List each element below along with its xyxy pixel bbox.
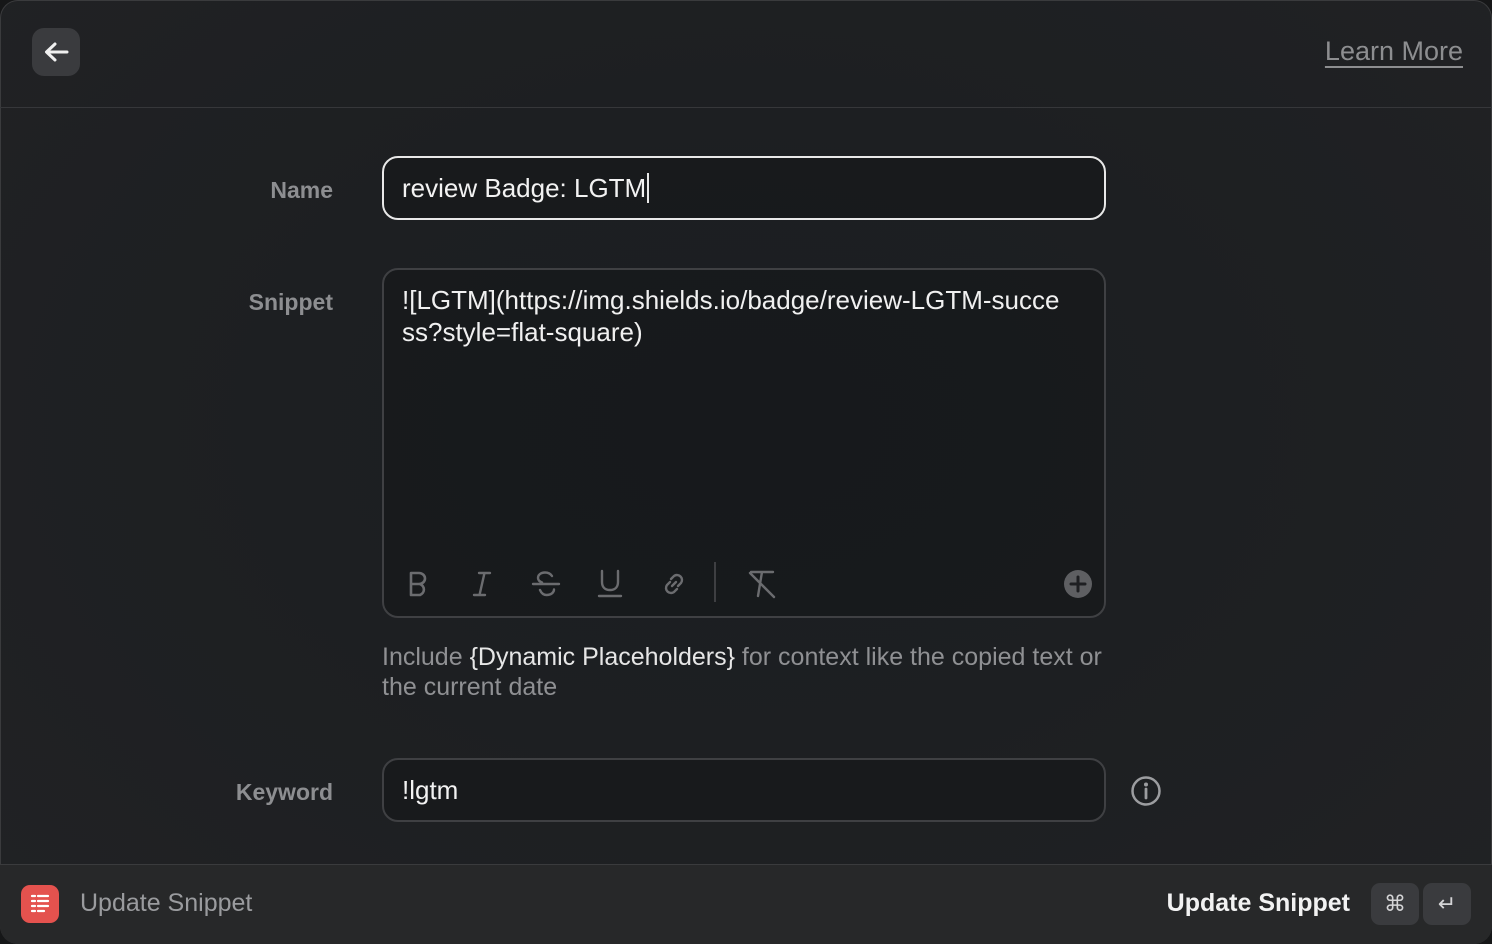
toolbar-divider (714, 562, 716, 602)
keyword-label: Keyword (235, 779, 333, 805)
clear-formatting-button[interactable] (742, 562, 782, 606)
snippet-editor[interactable]: ![LGTM](https://img.shields.io/badge/rev… (382, 268, 1106, 618)
keyword-info-button[interactable] (1130, 775, 1162, 807)
info-icon (1131, 776, 1161, 806)
link-button[interactable] (654, 562, 694, 606)
bold-icon (409, 571, 427, 597)
snippet-text[interactable]: ![LGTM](https://img.shields.io/badge/rev… (402, 284, 1062, 348)
underline-icon (597, 569, 623, 598)
help-prefix: Include (382, 643, 470, 671)
learn-more-link[interactable]: Learn More (1325, 36, 1463, 67)
link-icon (664, 573, 684, 595)
underline-button[interactable] (590, 562, 630, 606)
placeholder-help-text: Include {Dynamic Placeholders} for conte… (382, 642, 1122, 702)
name-input-value: review Badge: LGTM (402, 172, 647, 203)
name-label: Name (270, 177, 333, 203)
snippets-icon (30, 894, 50, 913)
keyword-input-value: !lgtm (402, 774, 459, 805)
add-placeholder-icon (1064, 570, 1092, 598)
snippet-label: Snippet (248, 289, 333, 315)
snippet-editor-window: Learn More Name review Badge: LGTM Snipp… (0, 0, 1492, 944)
italic-button[interactable] (462, 562, 502, 606)
clear-formatting-icon (748, 570, 776, 599)
keyword-input[interactable]: !lgtm (382, 758, 1106, 822)
command-title: Update Snippet (80, 889, 253, 917)
name-input[interactable]: review Badge: LGTM (382, 156, 1106, 220)
command-key-badge: ⌘ (1371, 883, 1419, 925)
dynamic-placeholders-link[interactable]: {Dynamic Placeholders} (470, 643, 735, 671)
arrow-left-icon (45, 42, 69, 62)
action-bar: Update Snippet Update Snippet ⌘ ↵ (0, 864, 1492, 944)
strikethrough-icon (531, 571, 561, 597)
update-snippet-button[interactable]: Update Snippet (1167, 889, 1350, 918)
strikethrough-button[interactable] (526, 562, 566, 606)
italic-icon (472, 571, 492, 597)
text-caret (647, 173, 650, 203)
formatting-toolbar (398, 562, 1092, 606)
bold-button[interactable] (398, 562, 438, 606)
snippets-app-icon (21, 885, 59, 923)
add-placeholder-button[interactable] (1058, 562, 1098, 606)
return-key-badge: ↵ (1423, 883, 1471, 925)
back-button[interactable] (32, 28, 80, 76)
top-bar: Learn More (0, 0, 1492, 108)
